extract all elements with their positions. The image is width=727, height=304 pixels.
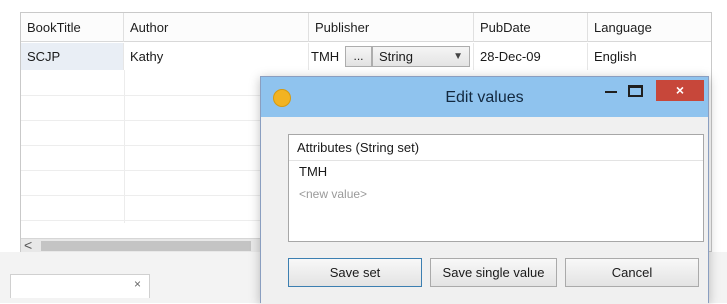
save-set-button[interactable]: Save set (288, 258, 422, 287)
cell-pubdate[interactable]: 28-Dec-09 (474, 43, 588, 70)
edit-values-dialog: Edit values × Attributes (String set) TM… (260, 76, 709, 304)
maximize-icon[interactable] (628, 85, 643, 97)
grid-divider (21, 195, 261, 196)
type-dropdown[interactable]: String ▼ (372, 46, 470, 67)
grid-header: BookTitle Author Publisher PubDate Langu… (21, 13, 711, 42)
cell-booktitle[interactable]: SCJP (21, 43, 124, 70)
column-header-language[interactable]: Language (588, 13, 713, 42)
attributes-list-header: Attributes (String set) (289, 135, 703, 161)
chevron-left-icon[interactable]: < (24, 237, 32, 253)
dialog-body: Attributes (String set) TMH <new value> … (261, 117, 708, 304)
edit-values-button[interactable]: ... (345, 46, 372, 67)
column-header-publisher[interactable]: Publisher (309, 13, 474, 42)
grid-divider (21, 95, 261, 96)
publisher-value: TMH (311, 49, 340, 64)
minimize-icon[interactable] (605, 91, 617, 93)
grid-divider (21, 170, 261, 171)
type-dropdown-value: String (379, 49, 413, 64)
cell-language[interactable]: English (588, 43, 713, 70)
save-single-value-button[interactable]: Save single value (430, 258, 557, 287)
dialog-title: Edit values (445, 89, 524, 106)
grid-divider (124, 70, 125, 223)
dialog-title-bar[interactable]: Edit values × (261, 77, 708, 117)
horizontal-scrollbar[interactable]: < (21, 237, 261, 253)
bottom-tab[interactable]: × (10, 274, 150, 298)
grid-divider (21, 120, 261, 121)
attributes-list[interactable]: Attributes (String set) TMH <new value> (288, 134, 704, 242)
chevron-down-icon: ▼ (453, 51, 463, 62)
list-item[interactable]: TMH (289, 161, 703, 183)
cancel-button[interactable]: Cancel (565, 258, 699, 287)
close-icon[interactable]: × (134, 277, 141, 291)
close-icon: × (675, 82, 685, 98)
cell-author[interactable]: Kathy (124, 43, 309, 70)
grid-divider (21, 145, 261, 146)
grid-divider (21, 220, 261, 221)
column-header-pubdate[interactable]: PubDate (474, 13, 588, 42)
column-header-author[interactable]: Author (124, 13, 309, 42)
column-header-booktitle[interactable]: BookTitle (21, 13, 124, 42)
new-value-field[interactable]: <new value> (289, 183, 703, 205)
scrollbar-thumb[interactable] (41, 241, 251, 251)
close-button[interactable]: × (656, 80, 704, 101)
